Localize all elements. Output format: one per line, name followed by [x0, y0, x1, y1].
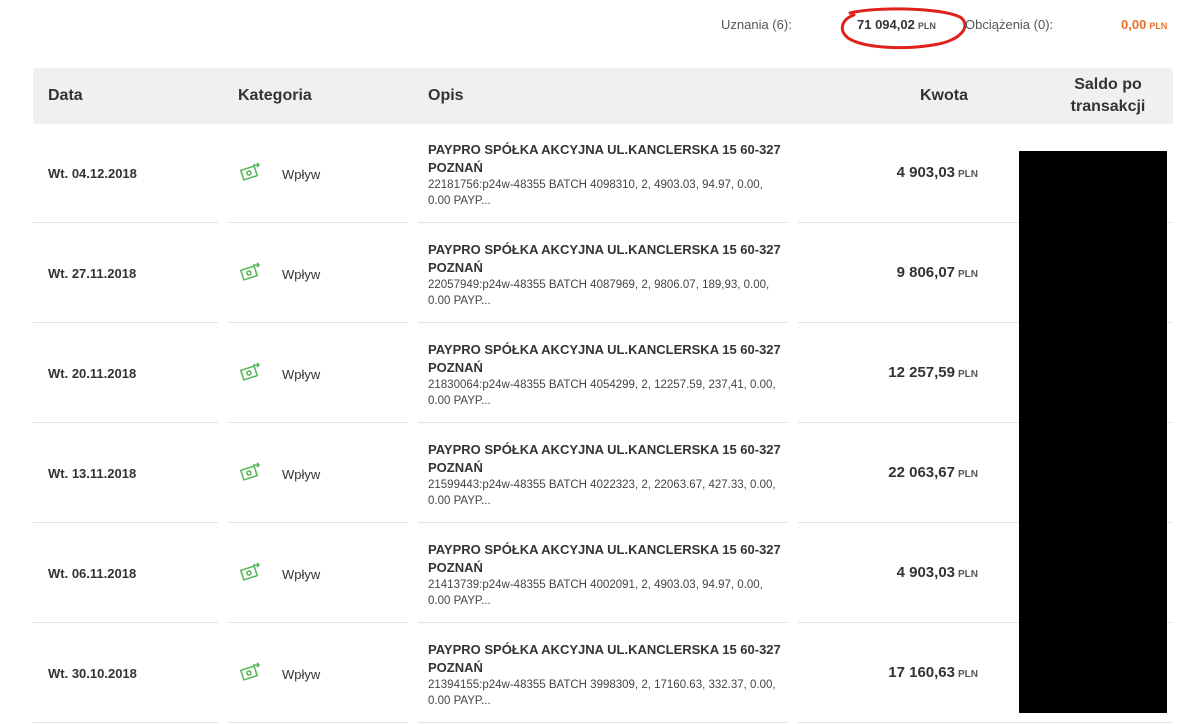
transaction-amount-value: 12 257,59 [888, 364, 955, 381]
column-header-balance-line2: transakcji [1070, 98, 1146, 115]
transaction-currency: PLN [958, 269, 978, 280]
transaction-date: Wt. 20.11.2018 [48, 366, 137, 381]
transaction-title[interactable]: PAYPRO SPÓŁKA AKCYJNA UL.KANCLERSKA 15 6… [428, 241, 788, 277]
cell-amount: 4 903,03 PLN [798, 124, 988, 223]
cell-description: PAYPRO SPÓŁKA AKCYJNA UL.KANCLERSKA 15 6… [418, 424, 788, 523]
cell-description: PAYPRO SPÓŁKA AKCYJNA UL.KANCLERSKA 15 6… [418, 124, 788, 223]
debits-label: Obciążenia (0): [965, 17, 1054, 32]
cell-date: Wt. 20.11.2018 [33, 324, 218, 423]
cell-amount: 17 160,63 PLN [798, 624, 988, 723]
table-row[interactable]: Wt. 20.11.2018 Wpływ PAYPRO SPÓŁKA AKCYJNA… [33, 324, 1173, 424]
table-row[interactable]: Wt. 27.11.2018 Wpływ PAYPRO SPÓŁKA AKCYJNA… [33, 224, 1173, 324]
transaction-title[interactable]: PAYPRO SPÓŁKA AKCYJNA UL.KANCLERSKA 15 6… [428, 641, 788, 677]
transaction-title[interactable]: PAYPRO SPÓŁKA AKCYJNA UL.KANCLERSKA 15 6… [428, 541, 788, 577]
money-income-icon [239, 162, 262, 182]
transaction-title[interactable]: PAYPRO SPÓŁKA AKCYJNA UL.KANCLERSKA 15 6… [428, 341, 788, 377]
transaction-amount: 4 903,03 PLN [897, 164, 978, 181]
transaction-date: Wt. 30.10.2018 [48, 666, 137, 681]
cell-date: Wt. 04.12.2018 [33, 124, 218, 223]
cell-description: PAYPRO SPÓŁKA AKCYJNA UL.KANCLERSKA 15 6… [418, 624, 788, 723]
cell-category: Wpływ [228, 324, 408, 423]
money-income-icon [239, 262, 262, 282]
debits-total-value: 0,00 [1121, 17, 1147, 32]
transactions-summary: Uznania (6): 71 094,02 PLN Obciążenia (0)… [0, 0, 1191, 60]
credits-total: 71 094,02 PLN [857, 17, 936, 32]
cell-amount: 12 257,59 PLN [798, 324, 988, 423]
cell-category: Wpływ [228, 224, 408, 323]
money-income-icon [239, 562, 262, 582]
credits-label: Uznania (6): [721, 17, 792, 32]
cell-description: PAYPRO SPÓŁKA AKCYJNA UL.KANCLERSKA 15 6… [418, 324, 788, 423]
cell-date: Wt. 13.11.2018 [33, 424, 218, 523]
transaction-details: 21394155:p24w-48355 BATCH 3998309, 2, 17… [428, 679, 776, 707]
transaction-title[interactable]: PAYPRO SPÓŁKA AKCYJNA UL.KANCLERSKA 15 6… [428, 441, 788, 477]
transaction-currency: PLN [958, 469, 978, 480]
transaction-category: Wpływ [282, 367, 321, 382]
transaction-category: Wpływ [282, 567, 321, 582]
transaction-details: 22181756:p24w-48355 BATCH 4098310, 2, 49… [428, 179, 763, 207]
cell-category: Wpływ [228, 624, 408, 723]
credits-currency: PLN [917, 21, 936, 31]
cell-category: Wpływ [228, 524, 408, 623]
transaction-amount-value: 4 903,03 [896, 564, 955, 581]
cell-category: Wpływ [228, 424, 408, 523]
transaction-amount: 4 903,03 PLN [897, 564, 978, 581]
transaction-category: Wpływ [282, 267, 321, 282]
transaction-category: Wpływ [282, 167, 321, 182]
transaction-amount-value: 4 903,03 [896, 164, 955, 181]
column-header-balance-line1: Saldo po [1074, 76, 1142, 93]
debits-total: 0,00 PLN [1121, 17, 1167, 32]
cell-amount: 4 903,03 PLN [798, 524, 988, 623]
debits-currency: PLN [1149, 21, 1168, 31]
transaction-amount: 17 160,63 PLN [888, 664, 978, 681]
money-income-icon [239, 462, 262, 482]
redacted-balance-area [1019, 151, 1167, 713]
table-row[interactable]: Wt. 06.11.2018 Wpływ PAYPRO SPÓŁKA AKCYJNA… [33, 524, 1173, 624]
column-header-amount[interactable]: Kwota [920, 87, 968, 105]
transaction-details: 21830064:p24w-48355 BATCH 4054299, 2, 12… [428, 379, 776, 407]
column-header-date[interactable]: Data [48, 87, 83, 105]
table-row[interactable]: Wt. 04.12.2018 Wpływ PAYPRO SPÓŁKA AKCYJNA… [33, 124, 1173, 224]
transaction-amount: 12 257,59 PLN [888, 364, 978, 381]
transaction-date: Wt. 04.12.2018 [48, 166, 137, 181]
transaction-date: Wt. 27.11.2018 [48, 266, 137, 281]
transaction-amount: 22 063,67 PLN [888, 464, 978, 481]
transaction-currency: PLN [958, 169, 978, 180]
transaction-date: Wt. 06.11.2018 [48, 566, 137, 581]
cell-amount: 22 063,67 PLN [798, 424, 988, 523]
table-row[interactable]: Wt. 13.11.2018 Wpływ PAYPRO SPÓŁKA AKCYJNA… [33, 424, 1173, 524]
table-row[interactable]: Wt. 30.10.2018 Wpływ PAYPRO SPÓŁKA AKCYJNA… [33, 624, 1173, 724]
transaction-details: 21599443:p24w-48355 BATCH 4022323, 2, 22… [428, 479, 776, 507]
transaction-details: 21413739:p24w-48355 BATCH 4002091, 2, 49… [428, 579, 763, 607]
cell-amount: 9 806,07 PLN [798, 224, 988, 323]
transaction-details: 22057949:p24w-48355 BATCH 4087969, 2, 98… [428, 279, 770, 307]
cell-date: Wt. 27.11.2018 [33, 224, 218, 323]
transaction-title[interactable]: PAYPRO SPÓŁKA AKCYJNA UL.KANCLERSKA 15 6… [428, 141, 788, 177]
transaction-category: Wpływ [282, 667, 321, 682]
column-header-balance[interactable]: Saldo po transakcji [1033, 74, 1183, 118]
money-income-icon [239, 662, 262, 682]
transaction-category: Wpływ [282, 467, 321, 482]
cell-category: Wpływ [228, 124, 408, 223]
cell-description: PAYPRO SPÓŁKA AKCYJNA UL.KANCLERSKA 15 6… [418, 224, 788, 323]
cell-description: PAYPRO SPÓŁKA AKCYJNA UL.KANCLERSKA 15 6… [418, 524, 788, 623]
transaction-amount: 9 806,07 PLN [897, 264, 978, 281]
transaction-currency: PLN [958, 669, 978, 680]
transaction-amount-value: 22 063,67 [888, 464, 955, 481]
cell-date: Wt. 06.11.2018 [33, 524, 218, 623]
transaction-currency: PLN [958, 569, 978, 580]
transaction-amount-value: 17 160,63 [888, 664, 955, 681]
credits-total-value: 71 094,02 [857, 17, 915, 32]
column-header-category[interactable]: Kategoria [238, 87, 312, 105]
transaction-currency: PLN [958, 369, 978, 380]
table-header: Data Kategoria Opis Kwota Saldo po trans… [33, 68, 1173, 124]
column-header-description[interactable]: Opis [428, 87, 464, 105]
transaction-date: Wt. 13.11.2018 [48, 466, 137, 481]
cell-date: Wt. 30.10.2018 [33, 624, 218, 723]
money-income-icon [239, 362, 262, 382]
transaction-amount-value: 9 806,07 [896, 264, 955, 281]
